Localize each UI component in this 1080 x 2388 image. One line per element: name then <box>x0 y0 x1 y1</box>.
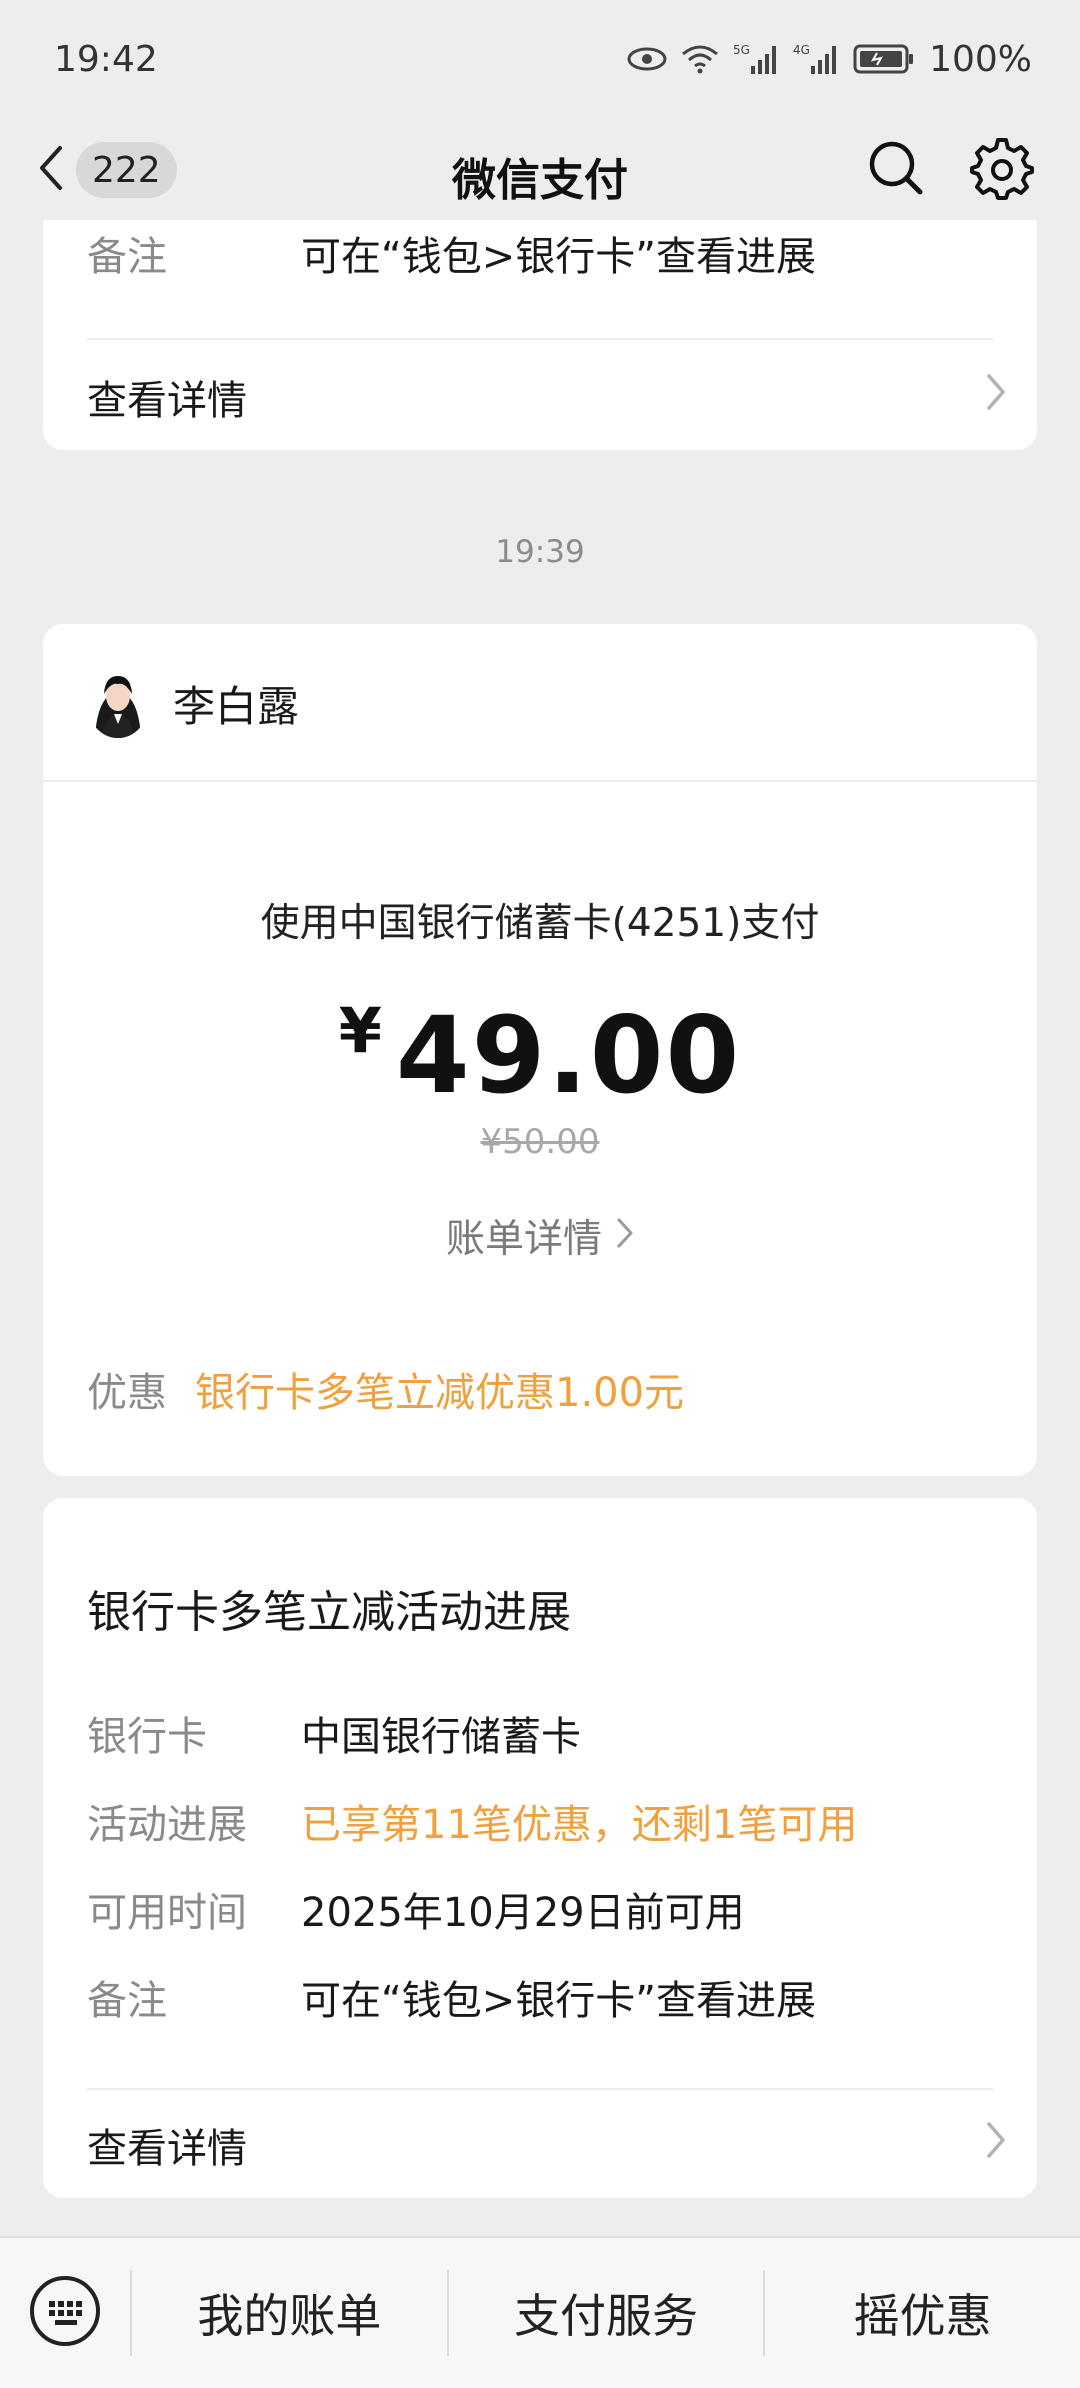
signal-label-4g: 4G <box>793 43 810 57</box>
cellular-signal-icon: 5G <box>733 42 779 76</box>
available-time-label: 可用时间 <box>87 1890 247 1936</box>
note-label: 备注 <box>87 1978 167 2024</box>
divider <box>43 780 1037 782</box>
menu-my-bills[interactable]: 我的账单 <box>132 2238 447 2388</box>
view-details-label: 查看详情 <box>87 2126 247 2172</box>
note-row: 备注 可在“钱包>银行卡”查看进展 <box>87 1968 816 2026</box>
search-button[interactable] <box>866 138 926 202</box>
discount-row: 优惠 银行卡多笔立减优惠1.00元 <box>87 1360 684 1418</box>
payment-method: 使用中国银行储蓄卡(4251)支付 <box>260 901 820 946</box>
note-value: 可在“钱包>银行卡”查看进展 <box>301 1978 816 2024</box>
activity-progress-label: 活动进展 <box>87 1802 247 1848</box>
merchant-header: 李白露 <box>87 668 299 738</box>
progress-card-title: 银行卡多笔立减活动进展 <box>87 1587 571 1638</box>
bank-card-row: 银行卡 中国银行储蓄卡 <box>87 1704 581 1762</box>
search-icon <box>866 141 926 202</box>
previous-progress-card: 备注 可在“钱包>银行卡”查看进展 查看详情 <box>43 220 1037 450</box>
note-label: 备注 <box>87 234 167 280</box>
wifi-icon <box>681 44 719 74</box>
battery-percent: 100% <box>929 38 1032 80</box>
status-bar: 19:42 5G 4G 100% <box>0 0 1080 118</box>
bill-details-label: 账单详情 <box>445 1217 602 1262</box>
payment-amount: ¥49.00 <box>43 994 1037 1117</box>
view-details-link[interactable]: 查看详情 <box>87 368 1007 426</box>
battery-icon <box>853 43 915 75</box>
signal-label-5g: 5G <box>733 43 750 57</box>
chevron-right-icon <box>985 2120 1007 2170</box>
activity-progress-value: 已享第11笔优惠，还剩1笔可用 <box>301 1802 858 1848</box>
original-amount: ¥50.00 <box>480 1122 600 1162</box>
divider <box>87 2088 993 2090</box>
message-timestamp: 19:39 <box>495 534 585 570</box>
merchant-name: 李白露 <box>173 681 300 731</box>
payment-card[interactable]: 李白露 使用中国银行储蓄卡(4251)支付 ¥49.00 ¥50.00 账单详情… <box>43 624 1037 1476</box>
note-value: 可在“钱包>银行卡”查看进展 <box>301 234 816 280</box>
menu-payment-services[interactable]: 支付服务 <box>449 2238 764 2388</box>
eye-icon <box>627 46 667 72</box>
bank-card-label: 银行卡 <box>87 1714 207 1760</box>
status-icons: 5G 4G 100% <box>627 39 1032 80</box>
status-time: 19:42 <box>54 38 158 80</box>
bank-card-value: 中国银行储蓄卡 <box>301 1714 581 1760</box>
activity-progress-card: 银行卡多笔立减活动进展 银行卡 中国银行储蓄卡 活动进展 已享第11笔优惠，还剩… <box>43 1498 1037 2198</box>
menu-shake-deals[interactable]: 摇优惠 <box>765 2238 1080 2388</box>
chevron-right-icon <box>616 1214 634 1259</box>
available-time-row: 可用时间 2025年10月29日前可用 <box>87 1880 745 1938</box>
avatar <box>87 668 149 738</box>
bill-details-link[interactable]: 账单详情 <box>43 1208 1037 1264</box>
settings-button[interactable] <box>970 136 1034 204</box>
cellular-signal-icon-2: 4G <box>793 42 839 76</box>
amount-value: 49.00 <box>395 994 742 1117</box>
keyboard-toggle-button[interactable] <box>0 2238 130 2388</box>
view-details-label: 查看详情 <box>87 378 247 424</box>
activity-progress-row: 活动进展 已享第11笔优惠，还剩1笔可用 <box>87 1792 857 1850</box>
discount-value: 银行卡多笔立减优惠1.00元 <box>195 1370 685 1416</box>
available-time-value: 2025年10月29日前可用 <box>301 1890 745 1936</box>
chevron-right-icon <box>985 372 1007 422</box>
keyboard-icon <box>27 2273 103 2353</box>
header: 222 微信支付 <box>0 118 1080 220</box>
view-details-link[interactable]: 查看详情 <box>87 2116 1007 2174</box>
currency-symbol: ¥ <box>338 994 382 1067</box>
divider <box>87 338 993 340</box>
gear-icon <box>970 138 1034 204</box>
note-row: 备注 可在“钱包>银行卡”查看进展 <box>87 224 816 282</box>
bottom-menu-bar: 我的账单 支付服务 摇优惠 <box>0 2236 1080 2388</box>
discount-label: 优惠 <box>87 1370 167 1416</box>
